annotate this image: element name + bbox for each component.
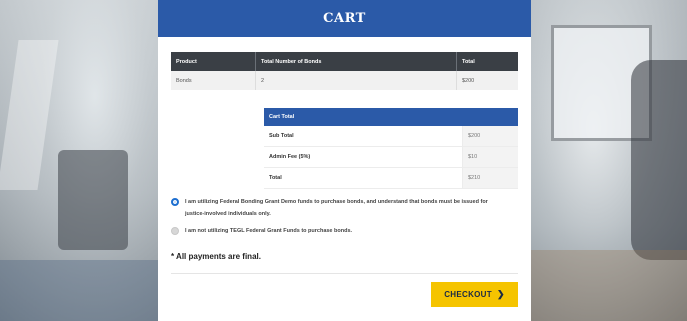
cart-total-header: Cart Total	[264, 108, 518, 126]
total-label: Total	[264, 167, 463, 189]
background-shape	[531, 250, 687, 321]
final-payment-note: * All payments are final.	[171, 252, 261, 261]
subtotal-value: $200	[462, 126, 518, 147]
column-header-product: Product	[171, 52, 256, 71]
background-shape	[0, 40, 59, 190]
table-header-row: Product Total Number of Bonds Total	[171, 52, 518, 71]
column-header-total: Total	[456, 52, 518, 71]
cell-bond-count: 2	[255, 71, 457, 90]
checkout-button[interactable]: CHECKOUT ❯	[431, 282, 518, 307]
admin-fee-label: Admin Fee (5%)	[264, 146, 463, 168]
no-grant-funds-option-label: I am not utilizing TEGL Federal Grant Fu…	[185, 228, 353, 234]
table-row: Total $210	[264, 167, 518, 189]
background-photo-left	[0, 0, 158, 321]
cell-total: $200	[456, 71, 518, 90]
cell-product: Bonds	[171, 71, 256, 90]
grant-funds-option[interactable]: I am utilizing Federal Bonding Grant Dem…	[171, 196, 501, 220]
cart-total-table: Cart Total Sub Total $200 Admin Fee (5%)…	[264, 108, 518, 189]
radio-unselected-icon[interactable]	[171, 227, 179, 235]
admin-fee-value: $10	[462, 146, 518, 168]
grant-funds-option-label: I am utilizing Federal Bonding Grant Dem…	[185, 199, 488, 217]
background-shape	[58, 150, 128, 250]
chevron-right-icon: ❯	[496, 289, 505, 299]
subtotal-label: Sub Total	[264, 126, 463, 147]
background-shape	[631, 60, 687, 260]
background-shape	[0, 260, 158, 321]
radio-selected-icon[interactable]	[171, 198, 179, 206]
table-row: Admin Fee (5%) $10	[264, 146, 518, 168]
checkout-label: CHECKOUT	[444, 290, 492, 299]
background-photo-right	[531, 0, 687, 321]
total-value: $210	[462, 167, 518, 189]
table-row: Sub Total $200	[264, 126, 518, 147]
no-grant-funds-option[interactable]: I am not utilizing TEGL Federal Grant Fu…	[171, 225, 352, 237]
column-header-total-bonds: Total Number of Bonds	[255, 52, 457, 71]
cart-card: CART Product Total Number of Bonds Total…	[158, 0, 531, 321]
cart-title: CART	[158, 0, 531, 37]
table-row: Bonds 2 $200	[171, 71, 518, 90]
products-table: Product Total Number of Bonds Total Bond…	[171, 52, 518, 90]
divider	[171, 273, 518, 274]
